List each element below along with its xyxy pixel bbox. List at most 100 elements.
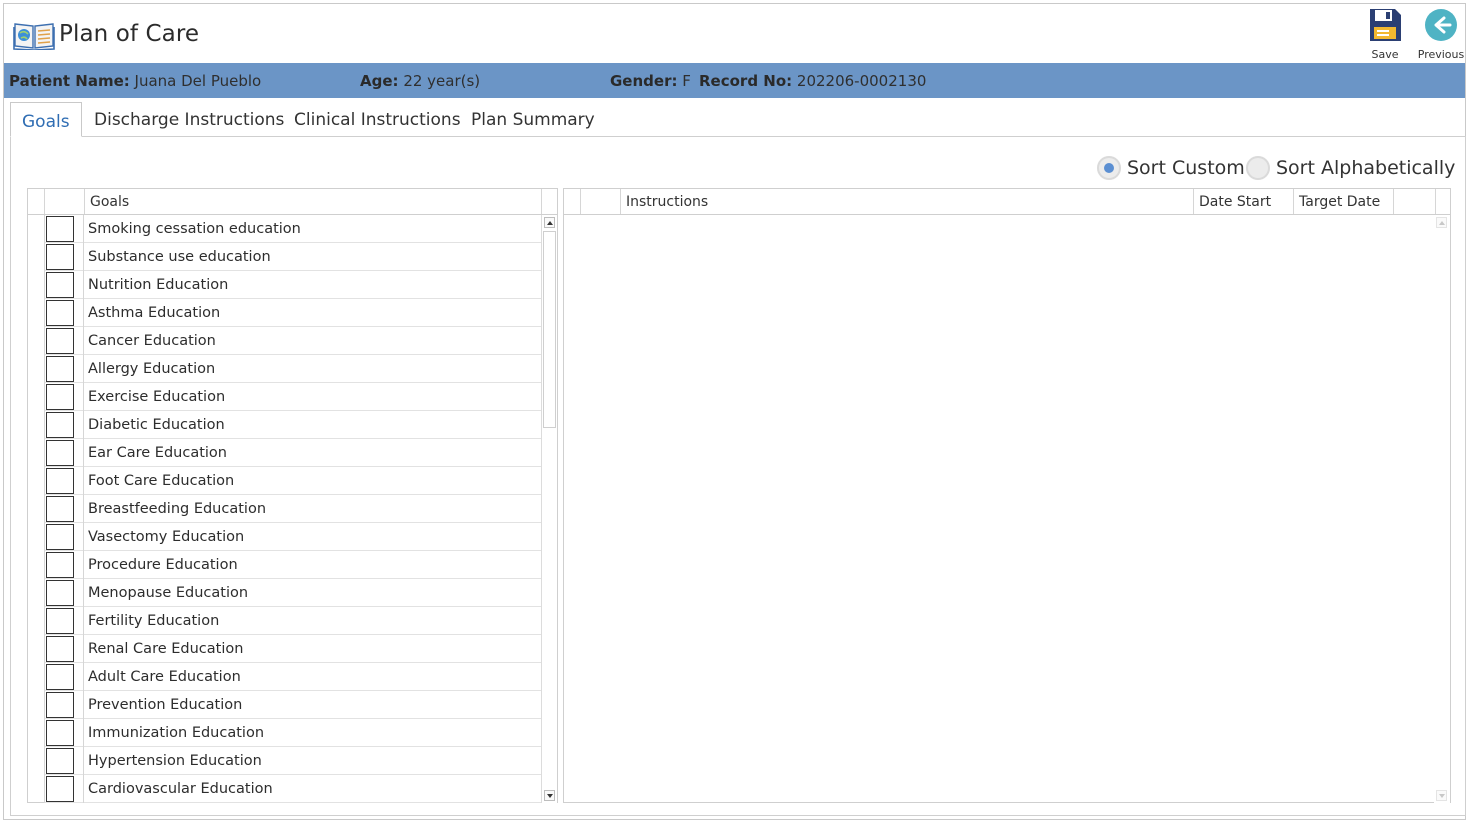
goal-row[interactable]: Asthma Education [44, 299, 541, 327]
goal-checkbox[interactable] [46, 636, 74, 662]
instructions-header-spacer [1435, 189, 1451, 214]
patient-record-value: 202206-0002130 [796, 72, 927, 90]
goal-label: Hypertension Education [88, 753, 262, 769]
goal-checkbox-cell [44, 747, 84, 775]
goal-row[interactable]: Smoking cessation education [44, 215, 541, 243]
goal-label: Allergy Education [88, 361, 216, 377]
goal-checkbox[interactable] [46, 720, 74, 746]
goal-checkbox[interactable] [46, 468, 74, 494]
goals-tab-panel: Sort Custom Sort Alphabetically Goals Sm… [10, 136, 1466, 816]
previous-button[interactable]: Previous [1416, 8, 1466, 62]
goal-label: Fertility Education [88, 613, 220, 629]
previous-label: Previous [1417, 48, 1465, 61]
goal-row[interactable]: Allergy Education [44, 355, 541, 383]
goal-row[interactable]: Cancer Education [44, 327, 541, 355]
goal-checkbox[interactable] [46, 216, 74, 242]
instructions-scrollbar[interactable] [1434, 215, 1450, 803]
radio-selected-icon [1097, 156, 1121, 180]
scroll-down-icon[interactable] [544, 790, 555, 801]
goal-label: Nutrition Education [88, 277, 229, 293]
goal-row[interactable]: Prevention Education [44, 691, 541, 719]
goals-checkbox-column-header [44, 189, 84, 214]
goal-checkbox[interactable] [46, 692, 74, 718]
goal-checkbox[interactable] [46, 524, 74, 550]
goal-checkbox[interactable] [46, 776, 74, 802]
goal-row[interactable]: Cardiovascular Education [44, 775, 541, 803]
instructions-grid-header: Instructions Date Start Target Date [564, 189, 1450, 215]
goal-checkbox[interactable] [46, 608, 74, 634]
title-bar: Plan of Care Save Previous [4, 4, 1465, 64]
goal-checkbox-cell [44, 719, 84, 747]
patient-name-value: Juana Del Pueblo [134, 72, 262, 90]
goal-row[interactable]: Immunization Education [44, 719, 541, 747]
patient-gender-label: Gender: [610, 72, 678, 90]
goal-checkbox[interactable] [46, 580, 74, 606]
goal-checkbox-cell [44, 271, 84, 299]
goal-row[interactable]: Ear Care Education [44, 439, 541, 467]
sort-custom-label: Sort Custom [1127, 157, 1245, 179]
goal-row[interactable]: Procedure Education [44, 551, 541, 579]
goal-checkbox[interactable] [46, 328, 74, 354]
patient-record-label: Record No: [699, 72, 793, 90]
sort-alphabetically-label: Sort Alphabetically [1276, 157, 1456, 179]
goal-row[interactable]: Substance use education [44, 243, 541, 271]
goal-row[interactable]: Hypertension Education [44, 747, 541, 775]
scroll-up-icon[interactable] [1436, 217, 1447, 228]
goal-checkbox[interactable] [46, 384, 74, 410]
goals-grid: Goals Smoking cessation education Substan… [27, 188, 558, 803]
goal-row[interactable]: Vasectomy Education [44, 523, 541, 551]
goal-row[interactable]: Renal Care Education [44, 635, 541, 663]
goal-checkbox[interactable] [46, 300, 74, 326]
instructions-checkbox-column-header [580, 189, 620, 214]
tab-plan-summary[interactable]: Plan Summary [471, 102, 595, 138]
tab-clinical-instructions[interactable]: Clinical Instructions [294, 102, 461, 138]
goal-label: Adult Care Education [88, 669, 241, 685]
goal-checkbox-cell [44, 551, 84, 579]
goal-checkbox[interactable] [46, 440, 74, 466]
goal-checkbox-cell [44, 299, 84, 327]
patient-age-field: Age: 22 year(s) [360, 72, 480, 90]
scroll-down-icon[interactable] [1436, 790, 1447, 801]
goal-row[interactable]: Nutrition Education [44, 271, 541, 299]
goal-checkbox[interactable] [46, 272, 74, 298]
goal-checkbox[interactable] [46, 748, 74, 774]
instructions-column-header[interactable]: Instructions [620, 189, 1193, 214]
goal-row[interactable]: Adult Care Education [44, 663, 541, 691]
plan-of-care-window: Plan of Care Save Previous Patient Name:… [3, 3, 1466, 820]
goal-checkbox[interactable] [46, 244, 74, 270]
goal-label: Substance use education [88, 249, 271, 265]
goal-label: Smoking cessation education [88, 221, 301, 237]
scrollbar-thumb[interactable] [543, 231, 556, 428]
goal-checkbox-cell [44, 775, 84, 803]
goal-row[interactable]: Fertility Education [44, 607, 541, 635]
date-start-column-header[interactable]: Date Start [1193, 189, 1293, 214]
goal-row[interactable]: Foot Care Education [44, 467, 541, 495]
goal-row[interactable]: Diabetic Education [44, 411, 541, 439]
goal-label: Procedure Education [88, 557, 238, 573]
goal-checkbox[interactable] [46, 356, 74, 382]
goal-checkbox-cell [44, 467, 84, 495]
patient-record-field: Record No: 202206-0002130 [699, 72, 926, 90]
goals-row-indicator-column [28, 215, 44, 803]
goal-label: Diabetic Education [88, 417, 225, 433]
goal-label: Ear Care Education [88, 445, 227, 461]
goal-checkbox-cell [44, 355, 84, 383]
goal-row[interactable]: Breastfeeding Education [44, 495, 541, 523]
goals-column-header[interactable]: Goals [84, 189, 542, 214]
goal-checkbox[interactable] [46, 552, 74, 578]
goal-checkbox[interactable] [46, 496, 74, 522]
goals-scrollbar[interactable] [541, 215, 557, 803]
goal-checkbox-cell [44, 691, 84, 719]
goal-row[interactable]: Exercise Education [44, 383, 541, 411]
goal-checkbox-cell [44, 579, 84, 607]
tab-goals[interactable]: Goals [10, 102, 82, 137]
goal-checkbox-cell [44, 439, 84, 467]
scroll-up-icon[interactable] [544, 217, 555, 228]
tab-discharge-instructions[interactable]: Discharge Instructions [94, 102, 284, 138]
goal-row[interactable]: Menopause Education [44, 579, 541, 607]
goal-checkbox[interactable] [46, 412, 74, 438]
save-button[interactable]: Save [1361, 8, 1409, 62]
goal-label: Cardiovascular Education [88, 781, 273, 797]
goal-checkbox[interactable] [46, 664, 74, 690]
target-date-column-header[interactable]: Target Date [1293, 189, 1393, 214]
